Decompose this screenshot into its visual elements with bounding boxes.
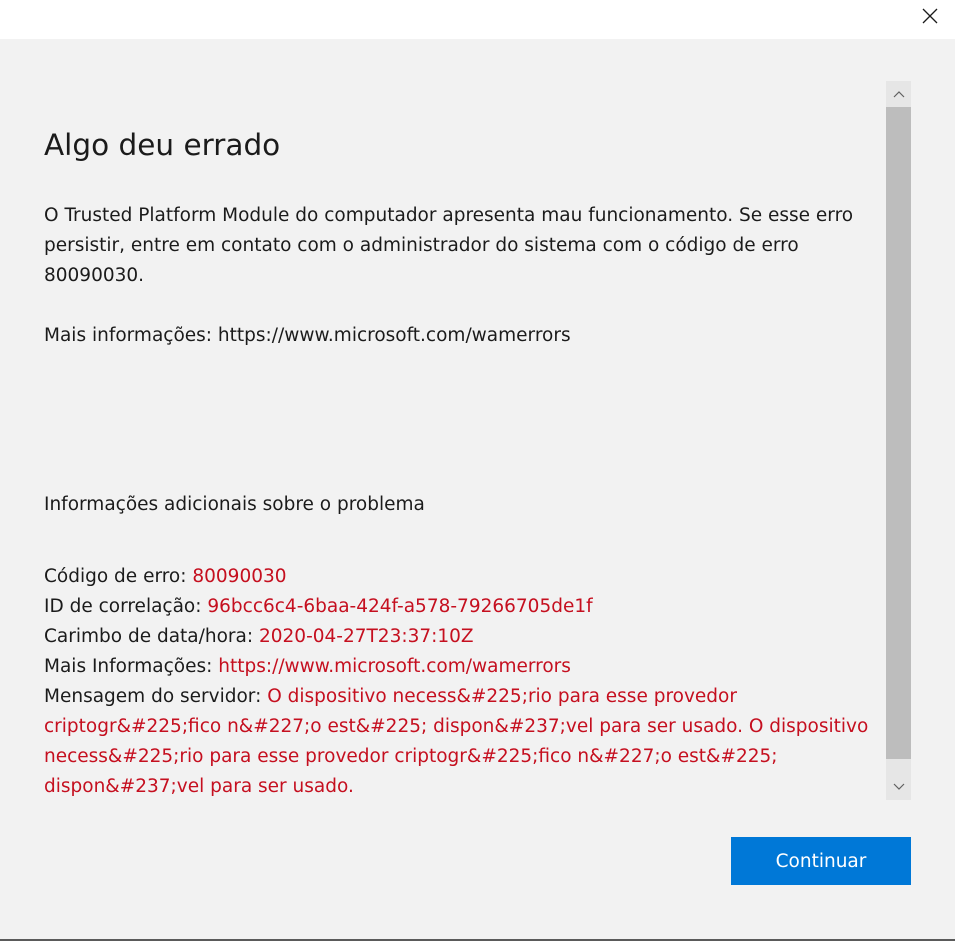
correlation-id-label: ID de correlação: bbox=[44, 596, 208, 617]
error-code-label: Código de erro: bbox=[44, 566, 193, 587]
more-info-text: Mais informações: https://www.microsoft.… bbox=[44, 325, 571, 346]
error-code-row: Código de erro: 80090030 bbox=[44, 562, 886, 592]
correlation-id-row: ID de correlação: 96bcc6c4-6baa-424f-a57… bbox=[44, 592, 886, 622]
scrollbar-thumb[interactable] bbox=[886, 107, 911, 759]
server-message-label: Mensagem do servidor: bbox=[44, 686, 268, 707]
correlation-id-value: 96bcc6c4-6baa-424f-a578-79266705de1f bbox=[207, 596, 593, 617]
chevron-up-icon bbox=[893, 91, 904, 98]
vertical-scrollbar[interactable] bbox=[886, 81, 911, 800]
more-info-row: Mais Informações: https://www.microsoft.… bbox=[44, 652, 886, 682]
more-info-link: https://www.microsoft.com/wamerrors bbox=[218, 656, 571, 677]
scroll-up-button[interactable] bbox=[886, 81, 911, 107]
close-button[interactable] bbox=[905, 0, 955, 32]
close-icon bbox=[922, 8, 938, 24]
title-bar bbox=[0, 0, 955, 39]
dialog-content: Algo deu errado O Trusted Platform Modul… bbox=[0, 39, 955, 941]
timestamp-label: Carimbo de data/hora: bbox=[44, 626, 259, 647]
chevron-down-icon bbox=[893, 783, 904, 790]
scrollable-content[interactable]: Algo deu errado O Trusted Platform Modul… bbox=[44, 81, 886, 801]
error-details: Código de erro: 80090030 ID de correlaçã… bbox=[44, 562, 886, 801]
more-info-label: Mais Informações: bbox=[44, 656, 219, 677]
timestamp-row: Carimbo de data/hora: 2020-04-27T23:37:1… bbox=[44, 622, 886, 652]
continue-button[interactable]: Continuar bbox=[731, 837, 911, 885]
timestamp-value: 2020-04-27T23:37:10Z bbox=[258, 626, 474, 647]
additional-info-heading: Informações adicionais sobre o problema bbox=[44, 494, 425, 515]
server-message-row: Mensagem do servidor: O dispositivo nece… bbox=[44, 682, 886, 801]
page-title: Algo deu errado bbox=[44, 128, 281, 162]
error-message: O Trusted Platform Module do computador … bbox=[44, 205, 854, 286]
scroll-down-button[interactable] bbox=[886, 774, 911, 800]
error-code-value: 80090030 bbox=[192, 566, 287, 587]
